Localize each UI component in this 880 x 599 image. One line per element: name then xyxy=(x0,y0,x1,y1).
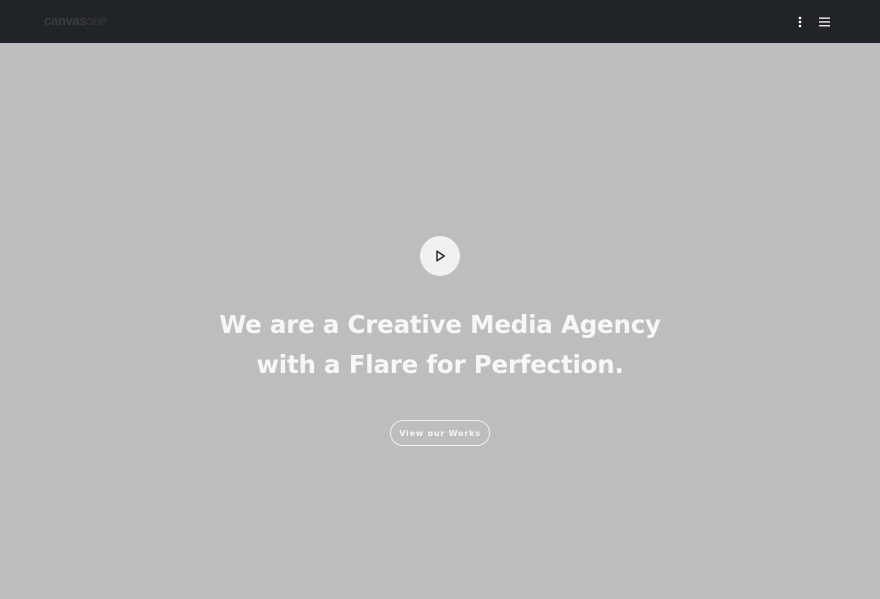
headline-line-2: with a Flare for Perfection. xyxy=(256,350,624,379)
logo-main-text: canvas xyxy=(44,13,87,28)
headline-line-1: We are a Creative Media Agency xyxy=(219,310,661,339)
logo-sub-text: one xyxy=(86,13,108,28)
site-logo[interactable]: canvasone xyxy=(44,13,107,28)
play-icon xyxy=(436,250,445,262)
view-works-button[interactable]: View our Works xyxy=(390,420,490,446)
hero-headline: We are a Creative Media Agency with a Fl… xyxy=(140,305,740,385)
hamburger-menu-icon[interactable] xyxy=(815,13,833,31)
play-video-button[interactable] xyxy=(420,236,460,276)
more-vertical-icon[interactable] xyxy=(791,13,809,31)
site-header: canvasone xyxy=(0,0,880,43)
